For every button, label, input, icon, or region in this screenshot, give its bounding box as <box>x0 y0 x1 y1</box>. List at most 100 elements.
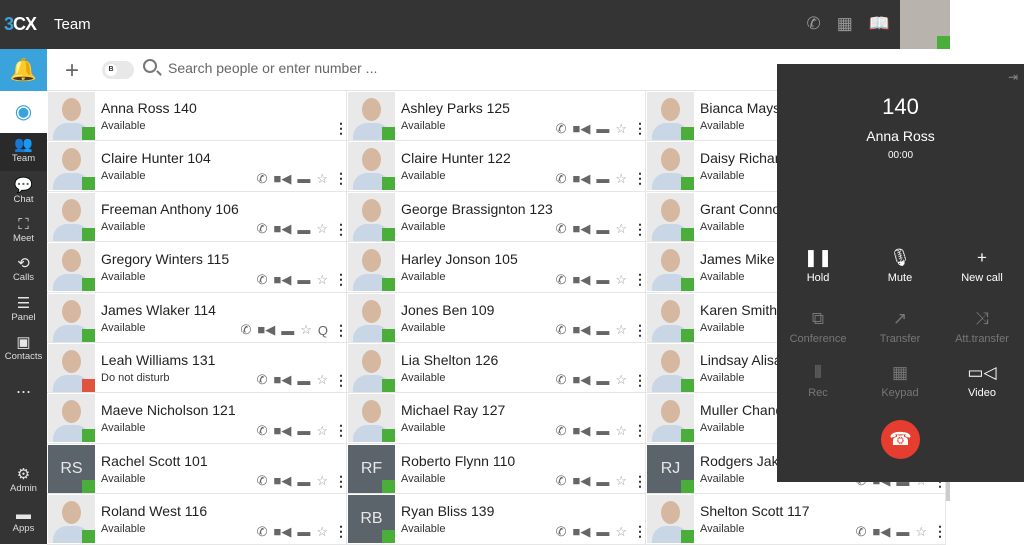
star-icon[interactable]: ☆ <box>615 221 627 237</box>
phone-icon[interactable]: ✆ <box>556 322 567 338</box>
phone-icon[interactable]: ✆ <box>556 473 567 489</box>
att-transfer-button[interactable]: ⤨ Att.transfer <box>941 308 1023 345</box>
more-menu-icon[interactable]: ⋮ <box>334 372 346 389</box>
more-menu-icon[interactable]: ⋮ <box>334 170 346 187</box>
video-icon[interactable]: ■◀ <box>273 473 291 489</box>
book-icon[interactable]: 📖 <box>869 14 890 34</box>
video-icon[interactable]: ■◀ <box>572 221 590 237</box>
video-icon[interactable]: ■◀ <box>257 322 275 338</box>
chrome-extension-icon[interactable]: ◉ <box>0 91 47 133</box>
contact-card[interactable]: Harley Jonson 105 Available ✆ ■◀ ▬ ☆ ⋮ <box>347 242 646 293</box>
more-menu-icon[interactable]: ⋮ <box>633 372 645 389</box>
chat-icon[interactable]: ▬ <box>596 272 609 287</box>
chat-icon[interactable]: ▬ <box>596 524 609 539</box>
phone-icon[interactable]: ✆ <box>257 423 268 439</box>
phone-icon[interactable]: ✆ <box>556 423 567 439</box>
phone-icon[interactable]: ✆ <box>556 524 567 540</box>
video-icon[interactable]: ■◀ <box>572 272 590 288</box>
contact-card[interactable]: Freeman Anthony 106 Available ✆ ■◀ ▬ ☆ ⋮ <box>47 191 347 243</box>
phone-icon[interactable]: ✆ <box>556 171 567 187</box>
contact-card[interactable]: Claire Hunter 122 Available ✆ ■◀ ▬ ☆ ⋮ <box>347 141 646 192</box>
contact-card[interactable]: Maeve Nicholson 121 Available ✆ ■◀ ▬ ☆ ⋮ <box>47 393 347 444</box>
video-icon[interactable]: ■◀ <box>273 272 291 288</box>
star-icon[interactable]: ☆ <box>316 423 328 439</box>
chat-icon[interactable]: ▬ <box>297 373 310 388</box>
phone-icon[interactable]: ✆ <box>257 221 268 237</box>
phone-icon[interactable]: ✆ <box>257 171 268 187</box>
video-icon[interactable]: ■◀ <box>273 372 291 388</box>
sidebar-item-apps[interactable]: ▬ Apps <box>0 503 47 541</box>
video-icon[interactable]: ■◀ <box>572 423 590 439</box>
chat-icon[interactable]: ▬ <box>596 222 609 237</box>
keypad-button[interactable]: ▦ Keypad <box>859 362 941 399</box>
video-icon[interactable]: ■◀ <box>572 121 590 137</box>
more-menu-icon[interactable]: ⋮ <box>633 322 645 339</box>
more-menu-icon[interactable]: ⋮ <box>334 271 346 288</box>
new-call-button[interactable]: + New call <box>941 247 1023 284</box>
video-icon[interactable]: ■◀ <box>572 372 590 388</box>
video-icon[interactable]: ■◀ <box>572 524 590 540</box>
star-icon[interactable]: ☆ <box>915 524 927 540</box>
more-menu-icon[interactable]: ⋮ <box>334 120 346 137</box>
video-icon[interactable]: ■◀ <box>273 171 291 187</box>
star-icon[interactable]: ☆ <box>316 171 328 187</box>
add-button[interactable]: + <box>65 57 79 85</box>
more-menu-icon[interactable]: ⋮ <box>334 322 346 339</box>
phone-icon[interactable]: ✆ <box>257 372 268 388</box>
star-icon[interactable]: ☆ <box>316 524 328 540</box>
chat-icon[interactable]: ▬ <box>596 373 609 388</box>
contact-card[interactable]: RS Rachel Scott 101 Available ✆ ■◀ ▬ ☆ ⋮ <box>47 443 347 495</box>
popout-icon[interactable]: ⇥ <box>1008 70 1018 84</box>
contact-card[interactable]: Michael Ray 127 Available ✆ ■◀ ▬ ☆ ⋮ <box>347 393 646 444</box>
phone-icon[interactable]: ✆ <box>807 14 821 34</box>
contact-card[interactable]: Leah Williams 131 Do not disturb ✆ ■◀ ▬ ☆ ⋮ <box>47 342 347 394</box>
contact-card[interactable]: RB Ryan Bliss 139 Available ✆ ■◀ ▬ ☆ ⋮ <box>347 494 646 545</box>
more-menu-icon[interactable]: ⋮ <box>334 221 346 238</box>
hold-button[interactable]: ❚❚ Hold <box>777 247 859 284</box>
video-icon[interactable]: ■◀ <box>572 171 590 187</box>
star-icon[interactable]: ☆ <box>615 524 627 540</box>
chat-icon[interactable]: ▬ <box>297 171 310 186</box>
sidebar-item-team[interactable]: 👥 Team <box>0 133 47 171</box>
star-icon[interactable]: ☆ <box>615 372 627 388</box>
rec-button[interactable]: ⦀ Rec <box>777 362 859 399</box>
conference-button[interactable]: ⧉ Conference <box>777 308 859 345</box>
star-icon[interactable]: ☆ <box>316 473 328 489</box>
video-button[interactable]: ▭◁ Video <box>941 362 1023 399</box>
contact-card[interactable]: Jones Ben 109 Available ✆ ■◀ ▬ ☆ ⋮ <box>347 292 646 343</box>
hangup-button[interactable]: ☎ <box>881 420 920 459</box>
video-icon[interactable]: ■◀ <box>572 473 590 489</box>
chat-icon[interactable]: ▬ <box>297 524 310 539</box>
more-menu-icon[interactable]: ⋮ <box>633 523 645 540</box>
phone-icon[interactable]: ✆ <box>856 524 867 540</box>
more-menu-icon[interactable]: ⋮ <box>633 422 645 439</box>
star-icon[interactable]: ☆ <box>615 423 627 439</box>
phone-icon[interactable]: ✆ <box>257 524 268 540</box>
star-icon[interactable]: ☆ <box>316 221 328 237</box>
chat-icon[interactable]: ▬ <box>281 323 294 338</box>
more-menu-icon[interactable]: ⋮ <box>633 271 645 288</box>
phone-icon[interactable]: ✆ <box>240 322 251 338</box>
chat-icon[interactable]: ▬ <box>596 474 609 489</box>
contact-card[interactable]: George Brassignton 123 Available ✆ ■◀ ▬ ☆ ⋮ <box>347 191 646 243</box>
sidebar-item-meet[interactable]: ⛶ Meet <box>0 213 47 251</box>
chat-icon[interactable]: ▬ <box>297 222 310 237</box>
mute-button[interactable]: 🎙 Mute <box>859 247 941 284</box>
more-menu-icon[interactable]: ⋮ <box>334 523 346 540</box>
contact-card[interactable]: Gregory Winters 115 Available ✆ ■◀ ▬ ☆ ⋮ <box>47 242 347 293</box>
video-icon[interactable]: ■◀ <box>572 322 590 338</box>
view-toggle[interactable]: B <box>102 61 134 79</box>
sidebar-item-calls[interactable]: ⟲ Calls <box>0 252 47 290</box>
more-menu-icon[interactable]: ⋮ <box>334 422 346 439</box>
sidebar-item-admin[interactable]: ⚙ Admin <box>0 463 47 501</box>
phone-icon[interactable]: ✆ <box>556 121 567 137</box>
chat-icon[interactable]: ▬ <box>596 323 609 338</box>
user-avatar[interactable] <box>900 0 950 49</box>
chat-icon[interactable]: ▬ <box>297 423 310 438</box>
sidebar-item-chat[interactable]: 💬 Chat <box>0 174 47 212</box>
chat-icon[interactable]: ▬ <box>297 272 310 287</box>
search-input[interactable] <box>168 60 468 76</box>
video-icon[interactable]: ■◀ <box>273 221 291 237</box>
sidebar-item-more[interactable]: ... <box>0 371 47 409</box>
chat-icon[interactable]: ▬ <box>596 121 609 136</box>
